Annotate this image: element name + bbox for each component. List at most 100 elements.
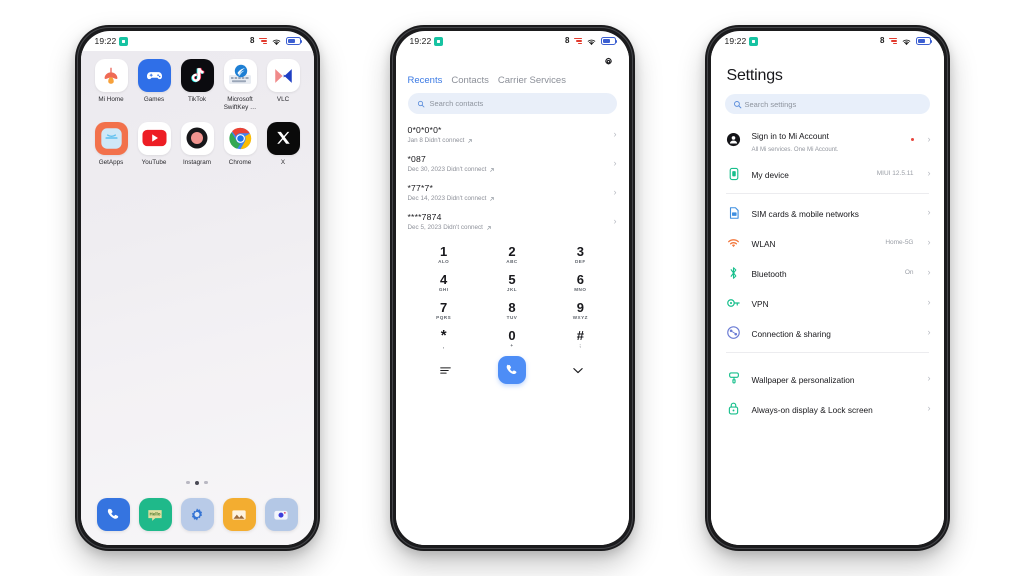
key-digit: 3 [576, 244, 584, 259]
outgoing-call-arrow-icon [487, 225, 491, 230]
settings-item-text: Sign in to Mi Account All Mi services. O… [752, 126, 901, 153]
app-label: TikTok [188, 96, 206, 103]
settings-item-wallpaper[interactable]: Wallpaper & personalization › [711, 364, 944, 394]
chevron-right-icon: › [927, 207, 931, 217]
settings-item-sim-cards[interactable]: SIM cards & mobile networks › [711, 198, 944, 228]
wifi-icon [726, 235, 742, 251]
page-indicator[interactable] [81, 481, 314, 485]
lock-icon [726, 401, 742, 417]
app-games[interactable]: Games [134, 59, 175, 112]
dock-phone-icon[interactable] [96, 498, 130, 531]
key-star[interactable]: *, [410, 325, 478, 352]
outgoing-call-arrow-icon [468, 138, 473, 143]
screenshot-stage: 19:22 8 Mi Home Games TikTok Microsoft S… [0, 0, 1024, 576]
call-list-item[interactable]: ****7874 Dec 5, 2023 Didn't connect › [396, 207, 629, 236]
dialer-settings-gear-icon[interactable] [602, 57, 615, 70]
key-letters: MNO [574, 287, 587, 292]
chevron-right-icon: › [927, 373, 931, 383]
call-number: *087 [407, 154, 426, 164]
key-7[interactable]: 7 PQRS [410, 297, 478, 324]
app-chrome[interactable]: Chrome [220, 121, 261, 167]
dock-gallery-icon[interactable] [222, 498, 256, 531]
key-digit: 0 [508, 328, 516, 343]
key-hash[interactable]: #; [546, 325, 614, 352]
call-detail-text: Dec 14, 2023 Didn't connect [407, 195, 487, 202]
notification-badge-icon [749, 36, 759, 46]
app-youtube[interactable]: YouTube [134, 121, 175, 167]
key-letters: TUV [506, 315, 518, 320]
dial-keypad: 1 ALO 2 ABC 3 DEF 4 GHI 5 JKL 6 MNO 7 PQRS 8 TUV… [396, 241, 629, 352]
key-5[interactable]: 5 JKL [478, 269, 546, 296]
key-9[interactable]: 9 WXYZ [546, 297, 614, 324]
search-contacts-input[interactable]: Search contacts [407, 93, 617, 114]
vpn-key-icon [726, 295, 742, 311]
search-placeholder: Search contacts [429, 99, 484, 108]
key-digit: # [576, 328, 584, 343]
status-bar-left: 19:22 [725, 36, 759, 46]
app-mi-home[interactable]: Mi Home [91, 59, 132, 112]
key-letters: WXYZ [572, 315, 588, 320]
key-3[interactable]: 3 DEF [546, 241, 614, 268]
call-button[interactable] [497, 356, 526, 384]
mi-home-icon [94, 59, 128, 92]
menu-icon[interactable] [438, 362, 454, 378]
dock-settings-gear-icon[interactable] [180, 498, 214, 531]
key-digit: 2 [508, 244, 516, 259]
tab-contacts[interactable]: Contacts [451, 75, 489, 86]
settings-item-mi-account[interactable]: Sign in to Mi Account All Mi services. O… [711, 120, 944, 159]
chevron-down-icon[interactable] [570, 362, 586, 378]
app-label: Games [143, 96, 165, 103]
settings-item-label: Sign in to Mi Account [751, 131, 829, 141]
battery-icon [915, 37, 932, 45]
divider [725, 351, 929, 353]
search-placeholder: Search settings [744, 99, 797, 109]
settings-item-bluetooth[interactable]: Bluetooth On › [711, 258, 944, 288]
dialer-screen: 19:22 8 Recents Contacts Carrier Service… [395, 31, 629, 545]
settings-item-vpn[interactable]: VPN › [711, 288, 944, 318]
settings-item-always-on-display[interactable]: Always-on display & Lock screen › [711, 394, 944, 424]
app-tiktok[interactable]: TikTok [177, 59, 218, 112]
key-letters: ; [579, 343, 582, 348]
dock: Hello [81, 498, 314, 531]
key-2[interactable]: 2 ABC [478, 241, 546, 268]
app-microsoft-swiftkey[interactable]: Microsoft SwiftKey … [220, 59, 261, 112]
call-number: *77*7* [407, 183, 434, 193]
tab-carrier-services[interactable]: Carrier Services [498, 75, 566, 86]
dock-camera-icon[interactable] [264, 498, 298, 531]
key-1[interactable]: 1 ALO [410, 241, 478, 268]
settings-list: Sign in to Mi Account All Mi services. O… [711, 120, 944, 424]
dialer-tabs: Recents Contacts Carrier Services [396, 51, 629, 86]
key-letters: ABC [506, 259, 518, 264]
wifi-icon [272, 39, 280, 45]
app-label: YouTube [141, 158, 167, 166]
call-list-item[interactable]: *087 Dec 30, 2023 Didn't connect › [396, 149, 629, 178]
chevron-right-icon: › [613, 158, 617, 168]
key-8[interactable]: 8 TUV [478, 297, 546, 324]
app-getapps[interactable]: GetApps [91, 121, 132, 167]
call-list-item[interactable]: 0*0*0*0* Jan 8 Didn't connect › [396, 120, 629, 149]
search-settings-input[interactable]: Search settings [724, 94, 930, 114]
instagram-icon [180, 121, 214, 155]
key-0[interactable]: 0 + [478, 325, 546, 352]
call-detail: Dec 14, 2023 Didn't connect [408, 195, 496, 202]
settings-item-my-device[interactable]: My device MIUI 12.5.11 › [711, 159, 944, 189]
settings-item-label: Wallpaper & personalization [751, 374, 855, 385]
call-list-item[interactable]: *77*7* Dec 14, 2023 Didn't connect › [396, 178, 629, 207]
settings-item-text: WLAN [752, 234, 876, 252]
settings-item-connection-sharing[interactable]: Connection & sharing › [711, 318, 944, 348]
app-label: X [280, 158, 286, 166]
app-instagram[interactable]: Instagram [177, 121, 218, 167]
key-6[interactable]: 6 MNO [546, 269, 614, 296]
key-4[interactable]: 4 GHI [410, 269, 478, 296]
key-digit: 6 [576, 272, 584, 287]
app-grid-row2: GetApps YouTube Instagram Chrome X [91, 121, 304, 167]
settings-item-text: Always-on display & Lock screen [752, 400, 904, 418]
app-x[interactable]: X [263, 121, 304, 167]
connection-sharing-icon [726, 325, 742, 341]
chrome-icon [223, 121, 257, 155]
dock-messages-icon[interactable]: Hello [138, 498, 172, 531]
call-info: ****7874 Dec 5, 2023 Didn't connect [408, 212, 492, 231]
tab-recents[interactable]: Recents [408, 75, 443, 86]
settings-item-wlan[interactable]: WLAN Home-5G › [711, 228, 944, 258]
app-vlc[interactable]: VLC [263, 59, 304, 112]
